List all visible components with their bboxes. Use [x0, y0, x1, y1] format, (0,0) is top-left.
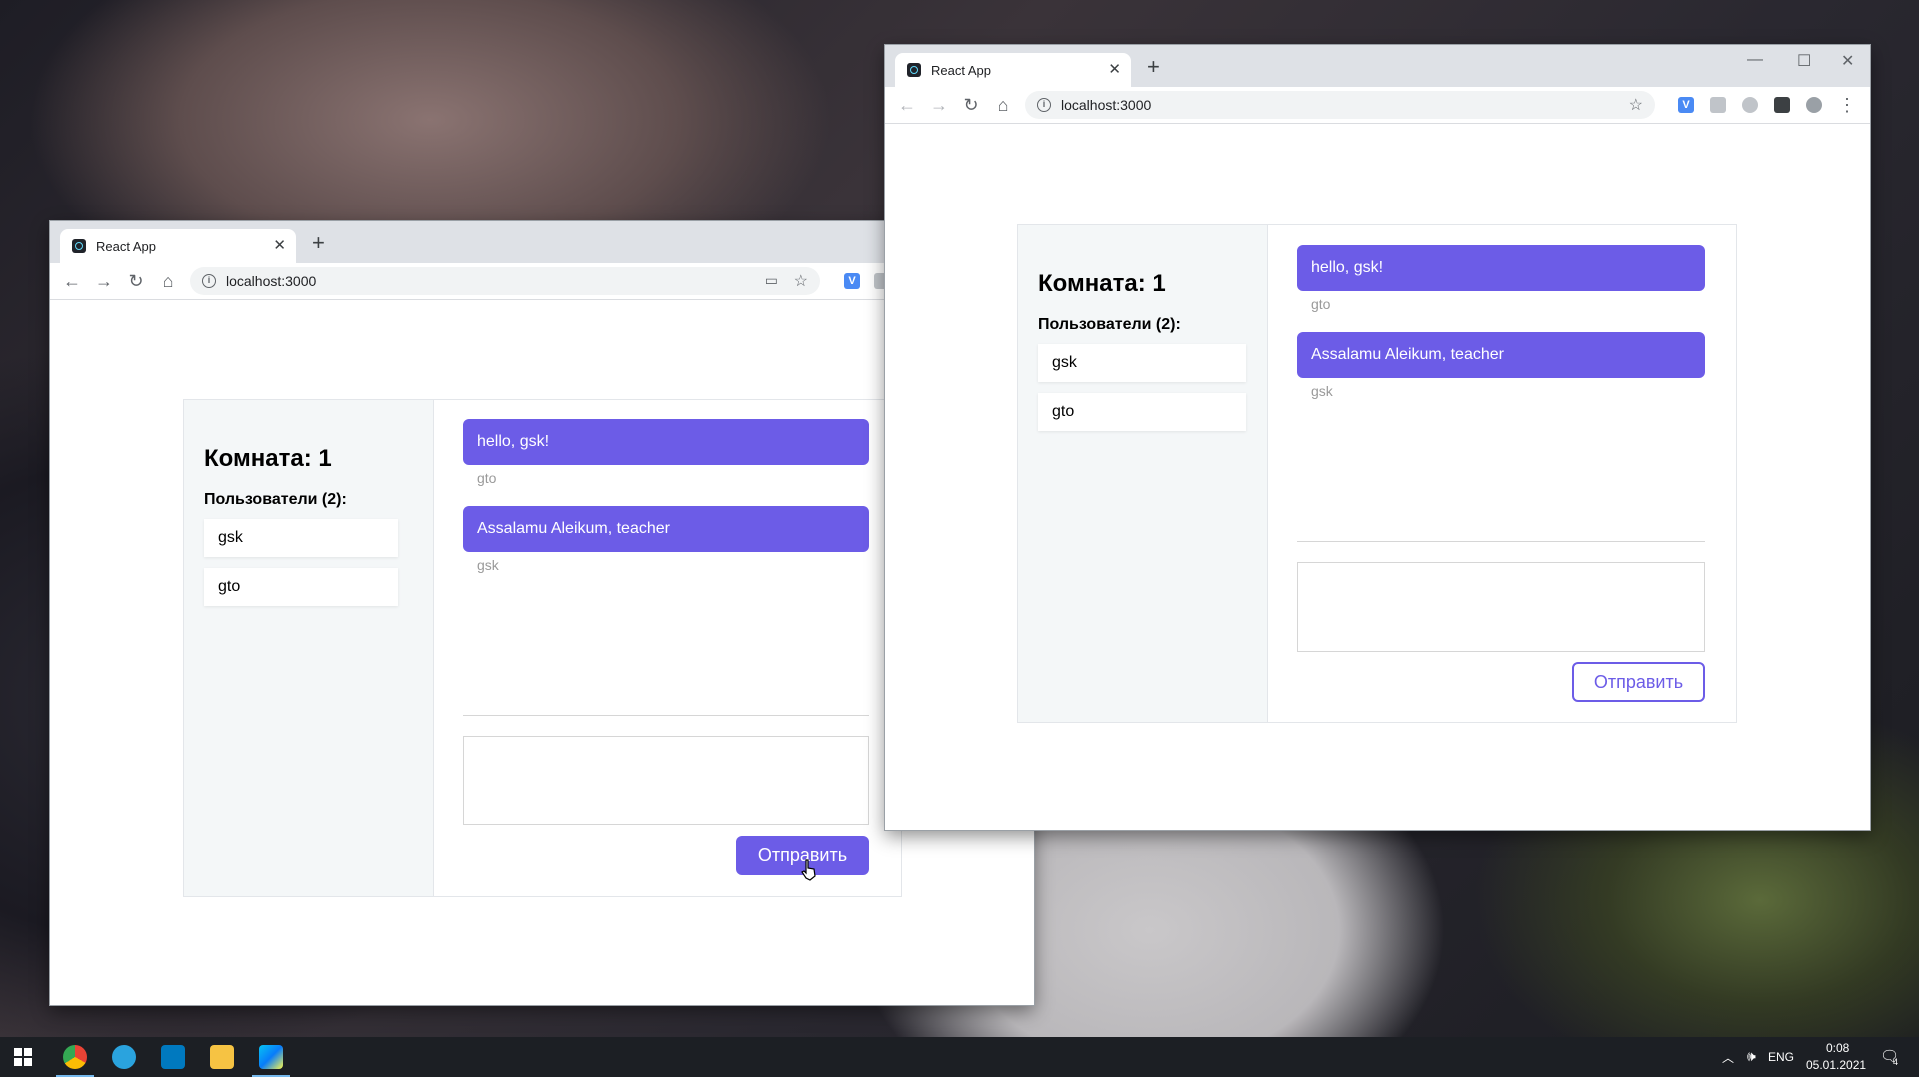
tab-strip: React App ✕ + — ☐ ✕ [885, 45, 1870, 87]
message-bubble: Assalamu Aleikum, teacher [1297, 332, 1705, 378]
home-icon[interactable]: ⌂ [991, 93, 1015, 117]
volume-icon[interactable]: 🕪 [1747, 1048, 1756, 1065]
forward-icon[interactable]: → [92, 269, 116, 293]
new-tab-icon[interactable]: + [1147, 56, 1160, 78]
extensions-puzzle-icon[interactable] [1774, 97, 1790, 113]
windows-start-icon[interactable] [14, 1048, 32, 1066]
chat-main: hello, gsk! gto Assalamu Aleikum, teache… [434, 400, 901, 896]
telegram-icon[interactable] [112, 1045, 136, 1069]
forward-icon[interactable]: → [927, 93, 951, 117]
extension-v-icon[interactable]: V [1678, 97, 1694, 113]
chrome-icon[interactable] [63, 1045, 87, 1069]
messages-divider [1297, 541, 1705, 542]
message-input[interactable] [1297, 562, 1705, 652]
close-window-icon[interactable]: ✕ [1841, 51, 1854, 71]
notifications-count: 4 [1893, 1057, 1899, 1067]
maximize-icon[interactable]: ☐ [1797, 51, 1811, 71]
message-input[interactable] [463, 736, 869, 825]
bookmark-star-icon[interactable]: ☆ [794, 271, 808, 291]
extension-v-icon[interactable]: V [844, 273, 860, 289]
minimize-icon[interactable]: — [1747, 51, 1763, 69]
cast-icon[interactable]: ▭ [765, 272, 778, 289]
message-bubble: Assalamu Aleikum, teacher [463, 506, 869, 552]
site-info-icon[interactable]: i [202, 274, 216, 288]
message-bubble: hello, gsk! [463, 419, 869, 465]
home-icon[interactable]: ⌂ [156, 269, 180, 293]
message-author: gsk [1311, 383, 1333, 399]
webstorm-icon[interactable] [259, 1045, 283, 1069]
room-title: Комната: 1 [204, 445, 332, 472]
chat-container: Комната: 1 Пользователи (2): gsk gto hel… [1017, 224, 1737, 723]
message-bubble: hello, gsk! [1297, 245, 1705, 291]
hand-cursor-icon [801, 859, 816, 881]
users-heading: Пользователи (2): [1038, 316, 1181, 333]
reload-icon[interactable]: ↻ [959, 93, 983, 117]
file-explorer-icon[interactable] [210, 1045, 234, 1069]
react-favicon-icon [72, 239, 86, 253]
room-title: Комната: 1 [1038, 270, 1166, 297]
chat-sidebar: Комната: 1 Пользователи (2): gsk gto [1018, 225, 1268, 722]
browser-tab[interactable]: React App ✕ [60, 229, 296, 263]
language-indicator[interactable]: ENG [1768, 1050, 1794, 1064]
windows-taskbar: ︿ 🕪 ENG 0:08 05.01.2021 🗨 4 [0, 1037, 1919, 1077]
tray-chevron-icon[interactable]: ︿ [1722, 1049, 1734, 1066]
extension-power-icon[interactable] [1742, 97, 1758, 113]
browser-tab[interactable]: React App ✕ [895, 53, 1131, 87]
message-author: gsk [477, 557, 499, 573]
user-item: gsk [1038, 344, 1246, 382]
chat-sidebar: Комната: 1 Пользователи (2): gsk gto [184, 400, 434, 896]
browser-toolbar: ← → ↻ ⌂ i localhost:3000 ☆ V ⋮ [885, 87, 1870, 124]
new-tab-icon[interactable]: + [312, 232, 325, 254]
close-tab-icon[interactable]: ✕ [1108, 61, 1121, 79]
message-author: gto [477, 470, 497, 486]
clock-time[interactable]: 0:08 [1826, 1041, 1849, 1055]
chat-container: Комната: 1 Пользователи (2): gsk gto hel… [183, 399, 902, 897]
url-text: localhost:3000 [1061, 97, 1152, 113]
address-bar[interactable]: i localhost:3000 ☆ [1025, 91, 1655, 119]
send-button[interactable]: Отправить [1572, 662, 1705, 702]
user-item: gsk [204, 519, 398, 557]
user-item: gto [204, 568, 398, 606]
react-favicon-icon [907, 63, 921, 77]
bookmark-star-icon[interactable]: ☆ [1629, 95, 1643, 115]
address-bar[interactable]: i localhost:3000 ▭ ☆ [190, 267, 820, 295]
user-item: gto [1038, 393, 1246, 431]
close-tab-icon[interactable]: ✕ [273, 237, 286, 255]
browser-window-right: React App ✕ + — ☐ ✕ ← → ↻ ⌂ i localhost:… [885, 45, 1870, 830]
clock-date[interactable]: 05.01.2021 [1806, 1058, 1866, 1072]
site-info-icon[interactable]: i [1037, 98, 1051, 112]
messages-divider [463, 715, 869, 716]
trello-icon[interactable] [161, 1045, 185, 1069]
back-icon[interactable]: ← [60, 269, 84, 293]
reload-icon[interactable]: ↻ [124, 269, 148, 293]
tab-title: React App [96, 238, 156, 254]
url-text: localhost:3000 [226, 273, 317, 289]
tab-title: React App [931, 62, 991, 78]
users-heading: Пользователи (2): [204, 491, 347, 508]
back-icon[interactable]: ← [895, 93, 919, 117]
chat-main: hello, gsk! gto Assalamu Aleikum, teache… [1268, 225, 1736, 722]
extension-icon[interactable] [1710, 97, 1726, 113]
message-author: gto [1311, 296, 1331, 312]
menu-kebab-icon[interactable]: ⋮ [1835, 93, 1859, 117]
page-content: Комната: 1 Пользователи (2): gsk gto hel… [885, 124, 1870, 830]
profile-avatar-icon[interactable] [1806, 97, 1822, 113]
